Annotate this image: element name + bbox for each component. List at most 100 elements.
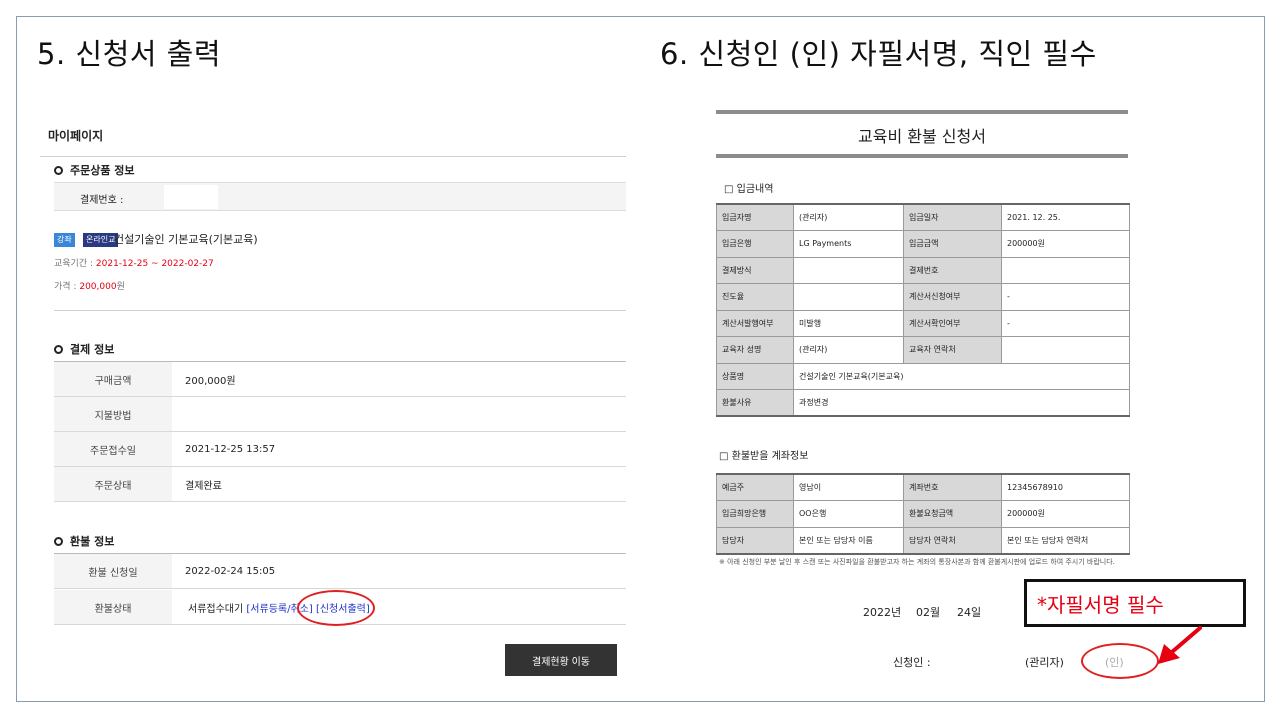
cell: 영남이 [793,473,904,501]
payment-number-row: 결제번호 : [54,182,626,211]
order-section-title: 주문상품 정보 [54,162,135,178]
applicant-name: (관리자) [1025,656,1064,669]
cell: 12345678910 [1001,473,1130,501]
table-row: 진도율 계산서신청여부 - [716,283,1130,311]
cell: 미발행 [793,309,904,337]
cell [1001,336,1130,364]
cell: (관리자) [793,203,904,231]
table-row: 상품명 건설기술인 기본교육(기본교육) [716,362,1130,390]
date-month: 02월 [916,606,941,619]
row-label: 주문접수일 [54,432,172,466]
course-badge: 강좌 [54,233,75,247]
deposit-table: 입금자명 (관리자) 입금일자 2021. 12. 25. 입금은행 LG Pa… [716,203,1130,417]
row-value: 결제완료 [185,480,222,492]
payment-row: 주문접수일 2021-12-25 13:57 [54,432,626,467]
cell: 계산서신청여부 [903,283,1002,311]
cell: 결제방식 [716,256,794,284]
table-row: 입금자명 (관리자) 입금일자 2021. 12. 25. [716,203,1130,231]
form-title: 교육비 환불 신청서 [858,127,986,146]
payment-row: 주문상태 결제완료 [54,467,626,502]
refund-date-row: 환불 신청일 2022-02-24 15:05 [54,554,626,589]
row-label: 지불방법 [54,397,172,431]
highlight-oval [297,590,375,626]
date-day: 24일 [957,606,982,619]
cell: 200000원 [1001,230,1130,258]
step6-title: 6. 신청인 (인) 자필서명, 직인 필수 [660,37,1097,71]
refund-section-title: 환불 정보 [54,533,114,549]
price-value: 200,000 [79,282,117,292]
form-title-rule [716,154,1128,158]
cell: 계산서확인여부 [903,309,1002,337]
cell: 건설기술인 기본교육(기본교육) [793,362,1130,390]
section-title-text: 환불 정보 [70,535,115,548]
table-row: 예금주 영남이 계좌번호 12345678910 [716,473,1130,501]
row-value: 2022-02-24 15:05 [185,565,276,577]
cell: 입금희망은행 [716,500,794,528]
cell: 환불사유 [716,389,794,417]
cell: 본인 또는 담당자 이름 [793,526,904,554]
account-section-title: □ 환불받을 계좌정보 [719,451,809,462]
cell [793,256,904,284]
deposit-section-title: □ 입금내역 [724,184,774,195]
education-period: 교육기간 : 2021-12-25 ~ 2022-02-27 [54,256,214,269]
cell [793,283,904,311]
payment-row: 지불방법 [54,397,626,432]
cell: 상품명 [716,362,794,390]
cell: 본인 또는 담당자 연락처 [1001,526,1130,554]
table-row: 결제방식 결제번호 [716,256,1130,284]
cell: 담당자 [716,526,794,554]
status-text: 서류접수대기 [188,603,244,615]
bullet-ring-icon [54,536,63,546]
table-row: 환불사유 과정변경 [716,389,1130,417]
cell: 교육자 연락처 [903,336,1002,364]
step5-title: 5. 신청서 출력 [37,37,222,71]
table-row: 담당자 본인 또는 담당자 이름 담당자 연락처 본인 또는 담당자 연락처 [716,526,1130,554]
payment-status-button[interactable]: 결제현황 이동 [505,644,617,676]
bullet-ring-icon [54,344,63,354]
cell: 환불요청금액 [903,500,1002,528]
cell: (관리자) [793,336,904,364]
table-row: 교육자 성명 (관리자) 교육자 연락처 [716,336,1130,364]
form-note: ※ 아래 신청인 부분 날인 후 스캔 또는 사진파일을 환불받고자 하는 계좌… [719,558,1115,566]
cell: 담당자 연락처 [903,526,1002,554]
divider [54,310,626,311]
cell: 입금일자 [903,203,1002,231]
price-unit: 원 [116,282,125,292]
payment-section-title: 결제 정보 [54,341,114,357]
divider [40,156,626,157]
table-row: 계산서발행여부 미발행 계산서확인여부 - [716,309,1130,337]
cell: 진도율 [716,283,794,311]
section-title-text: 결제 정보 [70,343,115,356]
period-label: 교육기간 : [54,259,94,269]
cell: 과정변경 [793,389,1130,417]
signature-callout: *자필서명 필수 [1024,579,1246,627]
table-row: 입금은행 LG Payments 입금금액 200000원 [716,230,1130,258]
page-title: 마이페이지 [48,129,104,143]
row-label: 구매금액 [54,362,172,396]
row-label: 주문상태 [54,467,172,501]
payment-row: 구매금액 200,000원 [54,362,626,397]
price: 가격 : 200,000원 [54,279,125,292]
row-label: 환불상태 [54,590,172,624]
date-year: 2022년 [863,606,902,619]
period-value: 2021-12-25 ~ 2022-02-27 [95,259,214,269]
cell: 결제번호 [903,256,1002,284]
form-top-rule [716,110,1128,114]
cell: 입금금액 [903,230,1002,258]
applicant-label: 신청인 : [893,656,931,669]
cell: 입금자명 [716,203,794,231]
account-table: 예금주 영남이 계좌번호 12345678910 입금희망은행 OO은행 환불요… [716,473,1130,555]
table-row: 입금희망은행 OO은행 환불요청금액 200000원 [716,500,1130,528]
payment-number-value [164,185,218,209]
red-arrow-icon [1158,626,1202,664]
row-value: 200,000원 [185,375,236,387]
cell: 입금은행 [716,230,794,258]
cell: 계좌번호 [903,473,1002,501]
highlight-oval [1081,643,1159,679]
cell: 200000원 [1001,500,1130,528]
bullet-ring-icon [54,165,63,175]
cell: - [1001,309,1130,337]
cell: 계산서발행여부 [716,309,794,337]
cell: 교육자 성명 [716,336,794,364]
cell: - [1001,283,1130,311]
